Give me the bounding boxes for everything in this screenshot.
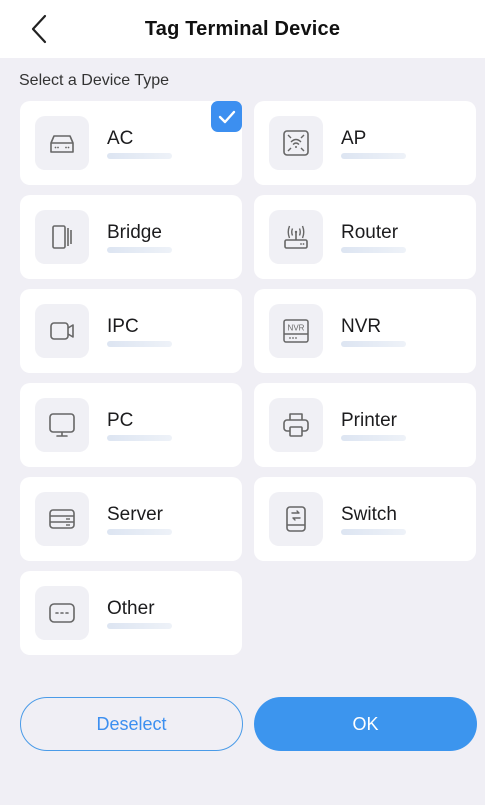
- header-bar: Tag Terminal Device: [0, 0, 485, 58]
- device-label: Switch: [341, 504, 397, 525]
- device-subtext-placeholder: [107, 153, 172, 159]
- device-label: Printer: [341, 410, 397, 431]
- device-label: NVR: [341, 316, 382, 337]
- printer-icon: [269, 398, 323, 452]
- device-card-pc[interactable]: PC: [20, 383, 242, 467]
- device-subtext-placeholder: [341, 341, 406, 347]
- device-card-router[interactable]: Router: [254, 195, 476, 279]
- device-subtext-placeholder: [107, 247, 172, 253]
- device-subtext-placeholder: [107, 435, 172, 441]
- ap-icon: [269, 116, 323, 170]
- device-label: Router: [341, 222, 399, 243]
- device-card-other[interactable]: Other: [20, 571, 242, 655]
- device-label: PC: [107, 410, 134, 431]
- device-card-nvr[interactable]: NVR NVR: [254, 289, 476, 373]
- device-label: Bridge: [107, 222, 162, 243]
- device-subtext-placeholder: [107, 341, 172, 347]
- device-label: AP: [341, 128, 367, 149]
- ok-button[interactable]: OK: [254, 697, 477, 751]
- device-subtext-placeholder: [341, 153, 406, 159]
- device-card-ap[interactable]: AP: [254, 101, 476, 185]
- device-subtext-placeholder: [107, 529, 172, 535]
- deselect-button[interactable]: Deselect: [20, 697, 243, 751]
- device-label: AC: [107, 128, 134, 149]
- switch-icon: [269, 492, 323, 546]
- device-subtext-placeholder: [341, 529, 406, 535]
- section-label: Select a Device Type: [19, 72, 170, 89]
- device-label: Other: [107, 598, 155, 619]
- page-title: Tag Terminal Device: [144, 17, 341, 40]
- device-card-printer[interactable]: Printer: [254, 383, 476, 467]
- chevron-left-icon: [31, 14, 47, 44]
- selected-check-icon: [211, 101, 242, 132]
- ipc-camera-icon: [35, 304, 89, 358]
- bridge-icon: [35, 210, 89, 264]
- back-button[interactable]: [22, 12, 56, 46]
- device-card-ipc[interactable]: IPC: [20, 289, 242, 373]
- device-subtext-placeholder: [341, 247, 406, 253]
- device-subtext-placeholder: [107, 623, 172, 629]
- device-card-server[interactable]: Server: [20, 477, 242, 561]
- other-icon: [35, 586, 89, 640]
- nvr-icon: NVR: [269, 304, 323, 358]
- pc-monitor-icon: [35, 398, 89, 452]
- device-card-switch[interactable]: Switch: [254, 477, 476, 561]
- ac-icon: [35, 116, 89, 170]
- nvr-icon-text: NVR: [288, 324, 305, 333]
- device-card-bridge[interactable]: Bridge: [20, 195, 242, 279]
- server-icon: [35, 492, 89, 546]
- device-label: Server: [107, 504, 163, 525]
- device-subtext-placeholder: [341, 435, 406, 441]
- device-card-ac[interactable]: AC: [20, 101, 242, 185]
- router-icon: [269, 210, 323, 264]
- device-label: IPC: [107, 316, 139, 337]
